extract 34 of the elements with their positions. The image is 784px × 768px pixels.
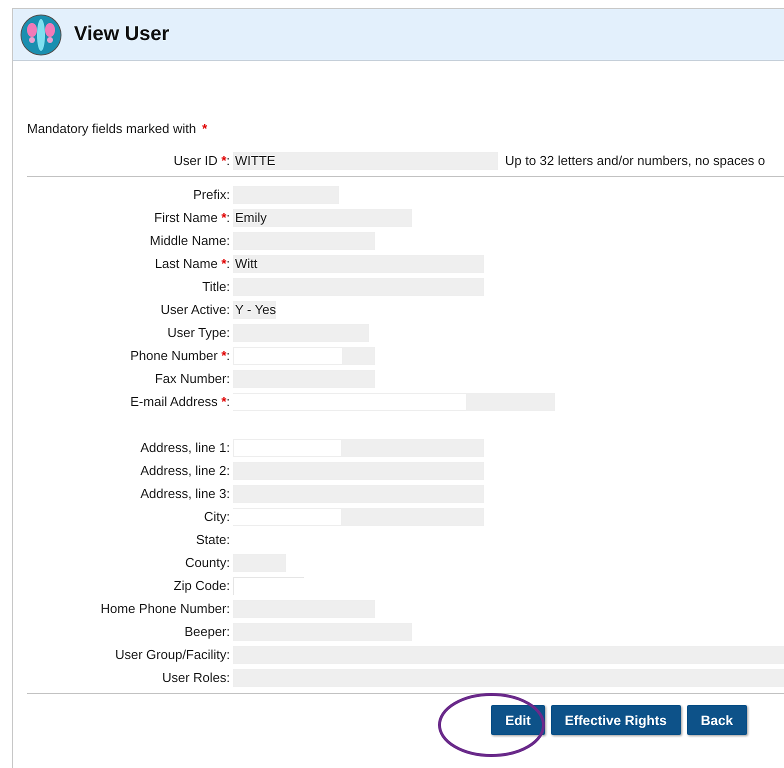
- field-label: Zip Code:: [172, 578, 231, 593]
- field-value: WITTE: [233, 152, 498, 170]
- field-label: Fax Number:: [154, 371, 231, 386]
- field-label: Phone Number *:: [129, 348, 231, 363]
- rights-button[interactable]: Effective Rights: [550, 705, 681, 735]
- field-label: City:: [202, 509, 231, 524]
- field-label: Prefix:: [192, 187, 231, 202]
- field-label: User Type:: [166, 325, 231, 340]
- field-label: User Roles:: [161, 670, 231, 685]
- field-label: State:: [195, 532, 231, 547]
- field-label: County:: [184, 555, 231, 570]
- mandatory-note: Mandatory fields marked with: [27, 120, 196, 136]
- edit-button[interactable]: Edit: [491, 705, 545, 735]
- field-label: Home Phone Number:: [100, 601, 231, 616]
- field-label: Address, line 1:: [139, 440, 231, 455]
- field-label: Beeper:: [183, 624, 231, 639]
- field-hint: Up to 32 letters and/or numbers, no spaces o: [504, 153, 766, 168]
- back-button[interactable]: Back: [686, 705, 747, 735]
- field-label: User ID *:: [172, 153, 231, 168]
- field-value: Witt: [233, 254, 484, 272]
- field-value: Emily: [233, 208, 412, 226]
- field-label: E-mail Address *:: [129, 394, 231, 409]
- field-label: Address, line 2:: [139, 463, 231, 478]
- page-title: View User: [74, 23, 170, 46]
- required-mark: *: [202, 120, 208, 136]
- field-label: Address, line 3:: [139, 486, 231, 501]
- logo-icon: [20, 14, 62, 56]
- field-label: Middle Name:: [148, 233, 231, 248]
- field-label: User Active:: [160, 302, 231, 317]
- field-label: Title:: [201, 279, 231, 294]
- field-label: Last Name *:: [154, 256, 231, 271]
- field-label: User Group/Facility:: [114, 647, 231, 662]
- field-value: Y - Yes: [233, 300, 276, 318]
- field-label: First Name *:: [153, 210, 231, 225]
